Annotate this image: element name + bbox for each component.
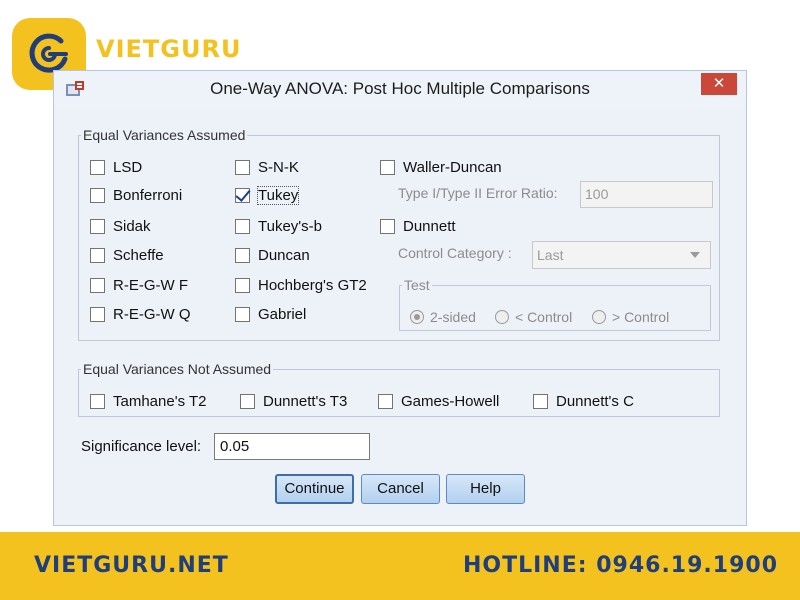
bonferroni-label: Bonferroni <box>113 186 183 204</box>
brand-name: VIETGURU <box>96 35 242 63</box>
equal-variances-not-assumed-legend: Equal Variances Not Assumed <box>83 361 272 377</box>
control-category-select[interactable]: Last <box>532 241 711 269</box>
snk-label: S-N-K <box>258 158 299 176</box>
scheffe-label: Scheffe <box>113 246 164 264</box>
option-duncan[interactable]: Duncan <box>235 246 310 264</box>
regwf-checkbox[interactable] <box>90 277 105 293</box>
bonferroni-checkbox[interactable] <box>90 187 105 203</box>
lsd-checkbox[interactable] <box>90 159 105 175</box>
duncan-label: Duncan <box>258 246 310 264</box>
error-ratio-label: Type I/Type II Error Ratio: <box>398 185 558 201</box>
significance-input[interactable]: 0.05 <box>214 433 370 460</box>
option-waller-duncan[interactable]: Waller-Duncan <box>380 158 502 176</box>
option-sidak[interactable]: Sidak <box>90 217 151 235</box>
tukey-checkbox[interactable] <box>235 187 250 203</box>
two-sided-radio[interactable] <box>410 310 424 324</box>
control-category-label: Control Category : <box>398 245 512 261</box>
dunnett-checkbox[interactable] <box>380 218 395 234</box>
scheffe-checkbox[interactable] <box>90 247 105 263</box>
post-hoc-dialog: One-Way ANOVA: Post Hoc Multiple Compari… <box>53 70 747 526</box>
significance-label: Significance level: <box>81 438 202 455</box>
dunnetts-t3-checkbox[interactable] <box>240 393 255 409</box>
cancel-button[interactable]: Cancel <box>361 474 440 504</box>
tukey-label: Tukey <box>256 185 300 205</box>
error-ratio-input[interactable]: 100 <box>580 181 713 208</box>
sidak-checkbox[interactable] <box>90 218 105 234</box>
option-games-howell[interactable]: Games-Howell <box>378 392 499 410</box>
option-dunnett[interactable]: Dunnett <box>380 217 456 235</box>
equal-variances-assumed-legend: Equal Variances Assumed <box>83 127 246 143</box>
regwf-label: R-E-G-W F <box>113 276 188 294</box>
greater-control-radio[interactable] <box>592 310 606 324</box>
test-legend: Test <box>404 277 430 293</box>
option-regwq[interactable]: R-E-G-W Q <box>90 305 190 323</box>
dialog-title: One-Way ANOVA: Post Hoc Multiple Compari… <box>210 79 590 98</box>
tukeys-b-label: Tukey's-b <box>258 217 322 235</box>
continue-button[interactable]: Continue <box>275 474 354 504</box>
option-tamhane[interactable]: Tamhane's T2 <box>90 392 206 410</box>
footer-banner: VIETGURU.NET HOTLINE: 0946.19.1900 <box>0 532 800 600</box>
option-dunnetts-c[interactable]: Dunnett's C <box>533 392 634 410</box>
option-tukeys-b[interactable]: Tukey's-b <box>235 217 322 235</box>
control-category-value: Last <box>537 247 564 263</box>
two-sided-label: 2-sided <box>430 309 476 325</box>
less-control-radio[interactable] <box>495 310 509 324</box>
option-two-sided[interactable]: 2-sided <box>410 308 476 326</box>
games-howell-checkbox[interactable] <box>378 393 393 409</box>
hochberg-checkbox[interactable] <box>235 277 250 293</box>
snk-checkbox[interactable] <box>235 159 250 175</box>
option-lsd[interactable]: LSD <box>90 158 142 176</box>
option-dunnetts-t3[interactable]: Dunnett's T3 <box>240 392 347 410</box>
tamhane-checkbox[interactable] <box>90 393 105 409</box>
footer-hotline[interactable]: HOTLINE: 0946.19.1900 <box>463 553 778 578</box>
tukeys-b-checkbox[interactable] <box>235 218 250 234</box>
help-button[interactable]: Help <box>446 474 525 504</box>
option-less-control[interactable]: < Control <box>495 308 572 326</box>
greater-control-label: > Control <box>612 309 670 325</box>
dunnetts-t3-label: Dunnett's T3 <box>263 392 348 410</box>
less-control-label: < Control <box>515 309 573 325</box>
dunnett-label: Dunnett <box>403 217 456 235</box>
option-regwf[interactable]: R-E-G-W F <box>90 276 188 294</box>
regwq-checkbox[interactable] <box>90 306 105 322</box>
gabriel-checkbox[interactable] <box>235 306 250 322</box>
dunnetts-c-label: Dunnett's C <box>556 392 634 410</box>
duncan-checkbox[interactable] <box>235 247 250 263</box>
sidak-label: Sidak <box>113 217 151 235</box>
option-bonferroni[interactable]: Bonferroni <box>90 186 182 204</box>
option-gabriel[interactable]: Gabriel <box>235 305 306 323</box>
waller-duncan-checkbox[interactable] <box>380 159 395 175</box>
waller-duncan-label: Waller-Duncan <box>403 158 502 176</box>
dunnetts-c-checkbox[interactable] <box>533 393 548 409</box>
footer-website[interactable]: VIETGURU.NET <box>34 553 229 578</box>
games-howell-label: Games-Howell <box>401 392 500 410</box>
gabriel-label: Gabriel <box>258 305 307 323</box>
option-greater-control[interactable]: > Control <box>592 308 669 326</box>
option-scheffe[interactable]: Scheffe <box>90 246 164 264</box>
option-snk[interactable]: S-N-K <box>235 158 299 176</box>
dropdown-arrow-icon <box>690 252 700 258</box>
hochberg-label: Hochberg's GT2 <box>258 276 367 294</box>
regwq-label: R-E-G-W Q <box>113 305 191 323</box>
dialog-titlebar: One-Way ANOVA: Post Hoc Multiple Compari… <box>54 71 746 108</box>
close-button[interactable]: ✕ <box>701 73 737 95</box>
lsd-label: LSD <box>113 158 143 176</box>
option-hochberg[interactable]: Hochberg's GT2 <box>235 276 367 294</box>
option-tukey[interactable]: Tukey <box>235 185 300 205</box>
tamhane-label: Tamhane's T2 <box>113 392 207 410</box>
